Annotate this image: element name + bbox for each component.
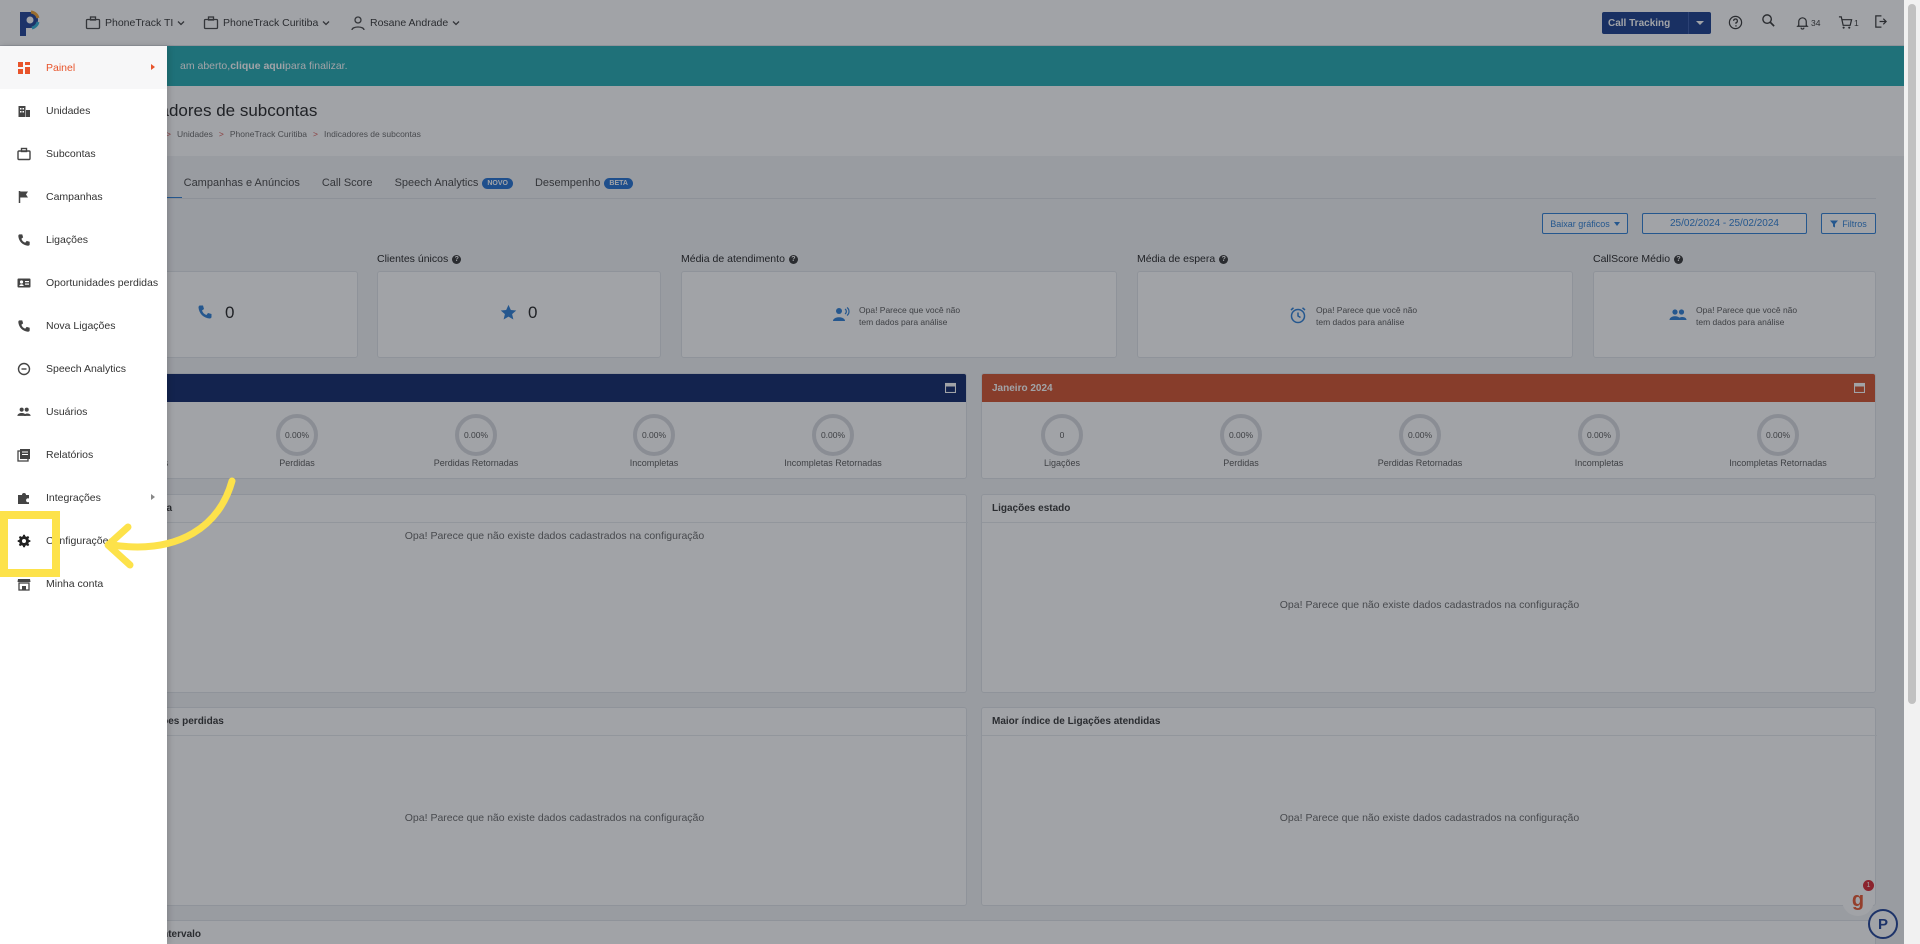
report-icon (17, 448, 30, 462)
sidebar-item-label: Relatórios (46, 448, 94, 461)
id-card-icon (17, 278, 31, 287)
sidebar-item-painel[interactable]: Painel (0, 46, 167, 89)
scrollbar-thumb[interactable] (1908, 4, 1916, 704)
users-icon (17, 407, 31, 416)
sidebar-item-label: Integrações (46, 491, 101, 504)
building-icon (18, 105, 30, 117)
screen-overlay[interactable] (0, 0, 1920, 944)
sidebar-item-label: Campanhas (46, 190, 103, 203)
puzzle-icon (18, 492, 29, 504)
sidebar-item-subcontas[interactable]: Subcontas (0, 132, 167, 175)
sidebar-item-label: Ligações (46, 233, 89, 246)
briefcase-icon (17, 147, 31, 160)
sidebar-item-nova-ligacoes[interactable]: Nova Ligações (0, 304, 167, 347)
dashboard-icon (18, 61, 30, 74)
sidebar-item-label: Subcontas (46, 147, 96, 160)
sidebar-item-ligacoes[interactable]: Ligações (0, 218, 167, 261)
sidebar-item-label: Unidades (46, 104, 91, 117)
sidebar-item-label: Nova Ligações (46, 319, 116, 332)
store-icon (17, 578, 31, 591)
speech-icon (17, 362, 31, 375)
sidebar-item-oportunidades[interactable]: Oportunidades perdidas (0, 261, 167, 304)
flag-icon (18, 190, 28, 203)
page-scrollbar[interactable] (1904, 0, 1920, 944)
sidebar-item-label: Usuários (46, 405, 88, 418)
sidebar-item-label: Oportunidades perdidas (46, 276, 159, 289)
tutorial-highlight-box (0, 511, 60, 577)
sidebar-item-relatorios[interactable]: Relatórios (0, 433, 167, 476)
chevron-right-icon (151, 64, 155, 70)
phone-icon (18, 233, 30, 246)
sidebar-item-label: Speech Analytics (46, 362, 126, 375)
sidebar-item-campanhas[interactable]: Campanhas (0, 175, 167, 218)
sidebar-item-speech-analytics[interactable]: Speech Analytics (0, 347, 167, 390)
tutorial-arrow-icon (104, 477, 236, 569)
sidebar-item-usuarios[interactable]: Usuários (0, 390, 167, 433)
sidebar-item-label: Minha conta (46, 577, 104, 590)
sidebar-item-unidades[interactable]: Unidades (0, 89, 167, 132)
sidebar-item-label: Painel (46, 61, 76, 74)
phone-icon (18, 319, 30, 332)
